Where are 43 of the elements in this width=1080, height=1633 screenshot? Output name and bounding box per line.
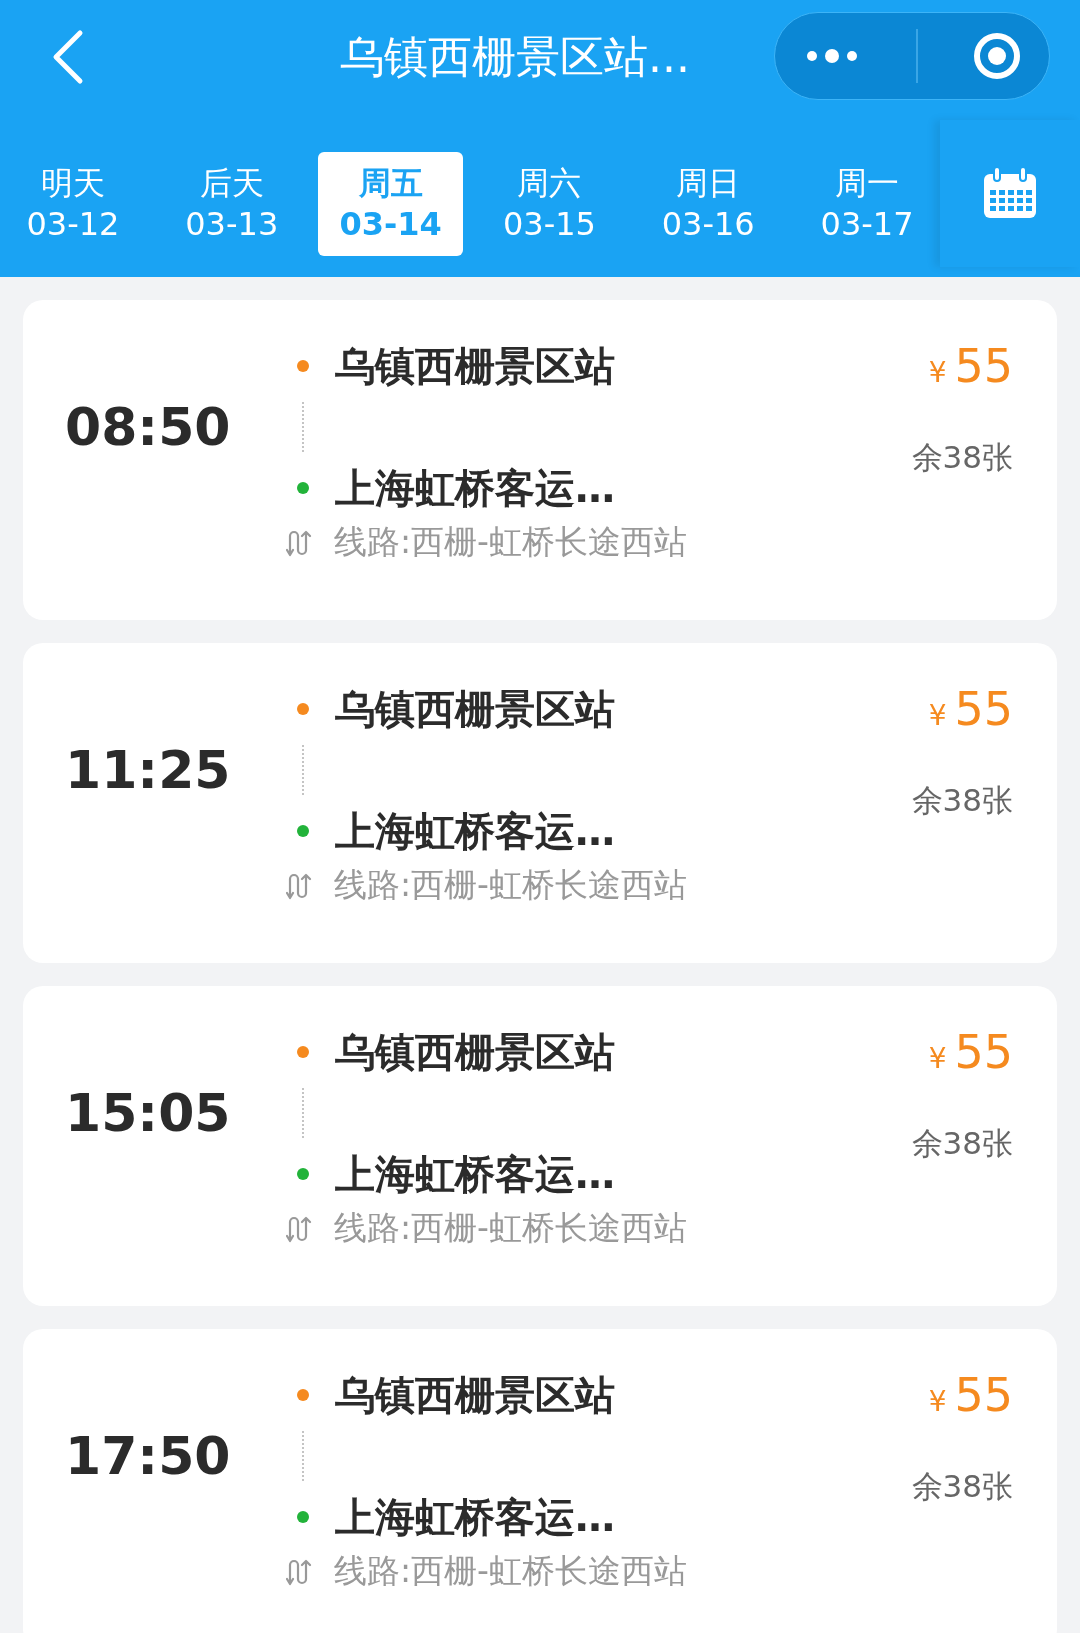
route-text: 线路:西栅-虹桥长途西站 xyxy=(334,521,688,563)
route-text: 线路:西栅-虹桥长途西站 xyxy=(334,864,688,906)
date-tab[interactable]: 周五 03-14 xyxy=(317,152,464,256)
origin-station: 乌镇西栅景区站 xyxy=(335,1371,615,1420)
destination-dot-icon xyxy=(297,825,309,837)
trip-card[interactable]: 11:25 乌镇西栅景区站 上海虹桥客运… ¥ 55 余38张 线路:西栅-虹桥长途西站 xyxy=(23,643,1057,963)
origin-dot-icon xyxy=(297,1046,309,1058)
trip-card[interactable]: 08:50 乌镇西栅景区站 上海虹桥客运… ¥ 55 余38张 线路:西栅-虹桥长途西站 xyxy=(23,300,1057,620)
route-text: 线路:西栅-虹桥长途西站 xyxy=(334,1207,688,1249)
trip-card[interactable]: 17:50 乌镇西栅景区站 上海虹桥客运… ¥ 55 余38张 线路:西栅-虹桥长途西站 xyxy=(23,1329,1057,1633)
departure-time: 08:50 xyxy=(65,396,232,459)
price: ¥ 55 xyxy=(928,1367,1013,1424)
destination-dot-icon xyxy=(297,1511,309,1523)
date-tab[interactable]: 周日 03-16 xyxy=(635,152,782,256)
origin-dot-icon xyxy=(297,1389,309,1401)
remaining-tickets: 余38张 xyxy=(911,781,1013,820)
route-text: 线路:西栅-虹桥长途西站 xyxy=(334,1550,688,1592)
remaining-tickets: 余38张 xyxy=(911,1467,1013,1506)
price: ¥ 55 xyxy=(928,1024,1013,1081)
page-title: 乌镇西栅景区站... xyxy=(340,30,690,84)
departure-time: 11:25 xyxy=(65,739,232,802)
price: ¥ 55 xyxy=(928,338,1013,395)
destination-dot-icon xyxy=(297,1168,309,1180)
origin-station: 乌镇西栅景区站 xyxy=(335,685,615,734)
destination-station: 上海虹桥客运… xyxy=(335,464,615,513)
departure-time: 15:05 xyxy=(65,1082,232,1145)
remaining-tickets: 余38张 xyxy=(911,438,1013,477)
remaining-tickets: 余38张 xyxy=(911,1124,1013,1163)
price: ¥ 55 xyxy=(928,681,1013,738)
departure-time: 17:50 xyxy=(65,1425,232,1488)
date-tab[interactable]: 后天 03-13 xyxy=(158,152,305,256)
destination-dot-icon xyxy=(297,482,309,494)
date-tab[interactable]: 明天 03-12 xyxy=(0,152,146,256)
trip-card[interactable]: 15:05 乌镇西栅景区站 上海虹桥客运… ¥ 55 余38张 线路:西栅-虹桥长途西站 xyxy=(23,986,1057,1306)
date-tab[interactable]: 周六 03-15 xyxy=(476,152,623,256)
origin-dot-icon xyxy=(297,703,309,715)
destination-station: 上海虹桥客运… xyxy=(335,807,615,856)
date-tab[interactable]: 周一 03-17 xyxy=(794,152,940,256)
origin-dot-icon xyxy=(297,360,309,372)
origin-station: 乌镇西栅景区站 xyxy=(335,342,615,391)
destination-station: 上海虹桥客运… xyxy=(335,1150,615,1199)
destination-station: 上海虹桥客运… xyxy=(335,1493,615,1542)
origin-station: 乌镇西栅景区站 xyxy=(335,1028,615,1077)
